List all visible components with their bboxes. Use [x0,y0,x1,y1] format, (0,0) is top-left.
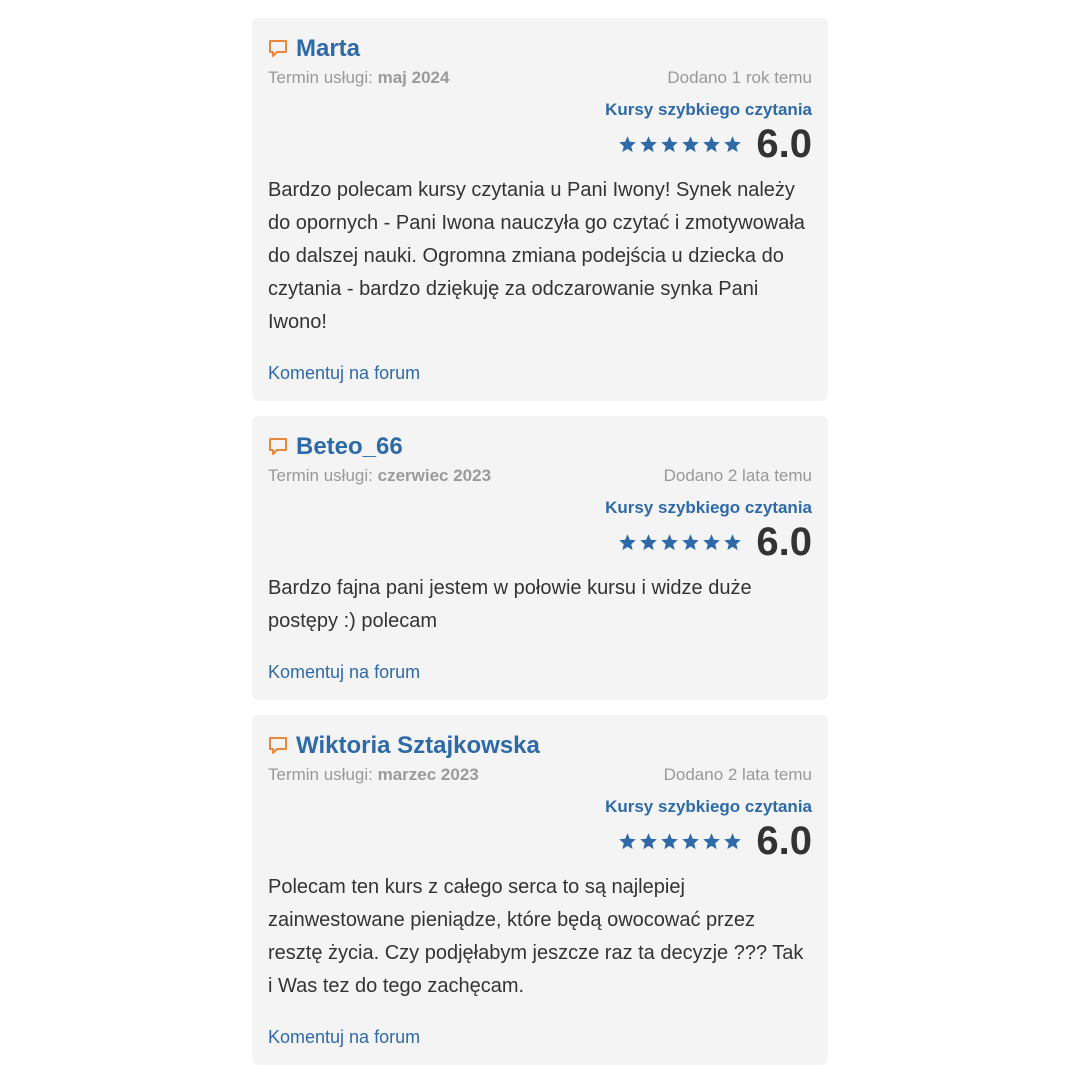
service-term: Termin usługi: maj 2024 [268,68,449,88]
service-term: Termin usługi: marzec 2023 [268,765,479,785]
star-icon [639,832,658,851]
rating-block: Kursy szybkiego czytania 6.0 [268,496,812,564]
rating-block: Kursy szybkiego czytania 6.0 [268,795,812,863]
service-term: Termin usługi: czerwiec 2023 [268,466,491,486]
author-name[interactable]: Marta [296,32,360,66]
star-icon [660,832,679,851]
star-icon [681,832,700,851]
review-text: Polecam ten kurs z całego serca to są na… [268,876,804,997]
author-name[interactable]: Beteo_66 [296,430,403,464]
speech-bubble-icon [268,736,288,756]
star-icon [660,135,679,154]
course-link[interactable]: Kursy szybkiego czytania [605,496,812,520]
service-term-value: maj 2024 [377,68,450,87]
speech-bubble-icon [268,39,288,59]
star-rating [618,135,742,154]
review-list: Marta Termin usługi: maj 2024 Dodano 1 r… [252,18,828,1080]
review-meta: Termin usługi: maj 2024 Dodano 1 rok tem… [268,66,812,90]
star-icon [639,533,658,552]
score-row: 6.0 [618,122,812,166]
score-value: 6.0 [756,819,812,863]
comment-on-forum-link[interactable]: Komentuj na forum [268,660,420,684]
service-term-label: Termin usługi: [268,68,373,87]
star-icon [681,135,700,154]
service-term-value: czerwiec 2023 [377,466,492,485]
added-date: Dodano 1 rok temu [667,68,812,87]
star-icon [618,832,637,851]
star-icon [702,832,721,851]
speech-bubble-icon [268,437,288,457]
course-link[interactable]: Kursy szybkiego czytania [605,98,812,122]
star-icon [618,135,637,154]
score-row: 6.0 [618,520,812,564]
review-card: Beteo_66 Termin usługi: czerwiec 2023 Do… [252,416,828,700]
review-meta: Termin usługi: marzec 2023 Dodano 2 lata… [268,763,812,787]
rating-block: Kursy szybkiego czytania 6.0 [268,98,812,166]
author-name[interactable]: Wiktoria Sztajkowska [296,729,540,763]
comment-on-forum-link[interactable]: Komentuj na forum [268,1025,420,1049]
review-header: Marta [268,32,812,66]
service-term-value: marzec 2023 [377,765,479,784]
added-date: Dodano 2 lata temu [663,466,812,485]
score-row: 6.0 [618,819,812,863]
star-icon [723,832,742,851]
score-value: 6.0 [756,122,812,166]
service-term-label: Termin usługi: [268,466,373,485]
review-header: Wiktoria Sztajkowska [268,729,812,763]
review-text: Bardzo fajna pani jestem w połowie kursu… [268,577,752,632]
review-card: Marta Termin usługi: maj 2024 Dodano 1 r… [252,18,828,401]
review-card: Wiktoria Sztajkowska Termin usługi: marz… [252,715,828,1065]
star-icon [618,533,637,552]
review-text: Bardzo polecam kursy czytania u Pani Iwo… [268,179,805,333]
course-link[interactable]: Kursy szybkiego czytania [605,795,812,819]
star-icon [723,135,742,154]
comment-on-forum-link[interactable]: Komentuj na forum [268,361,420,385]
star-icon [681,533,700,552]
star-rating [618,533,742,552]
star-rating [618,832,742,851]
service-term-label: Termin usługi: [268,765,373,784]
added-date: Dodano 2 lata temu [663,765,812,784]
star-icon [639,135,658,154]
star-icon [660,533,679,552]
star-icon [702,533,721,552]
review-header: Beteo_66 [268,430,812,464]
star-icon [723,533,742,552]
review-meta: Termin usługi: czerwiec 2023 Dodano 2 la… [268,464,812,488]
star-icon [702,135,721,154]
score-value: 6.0 [756,520,812,564]
